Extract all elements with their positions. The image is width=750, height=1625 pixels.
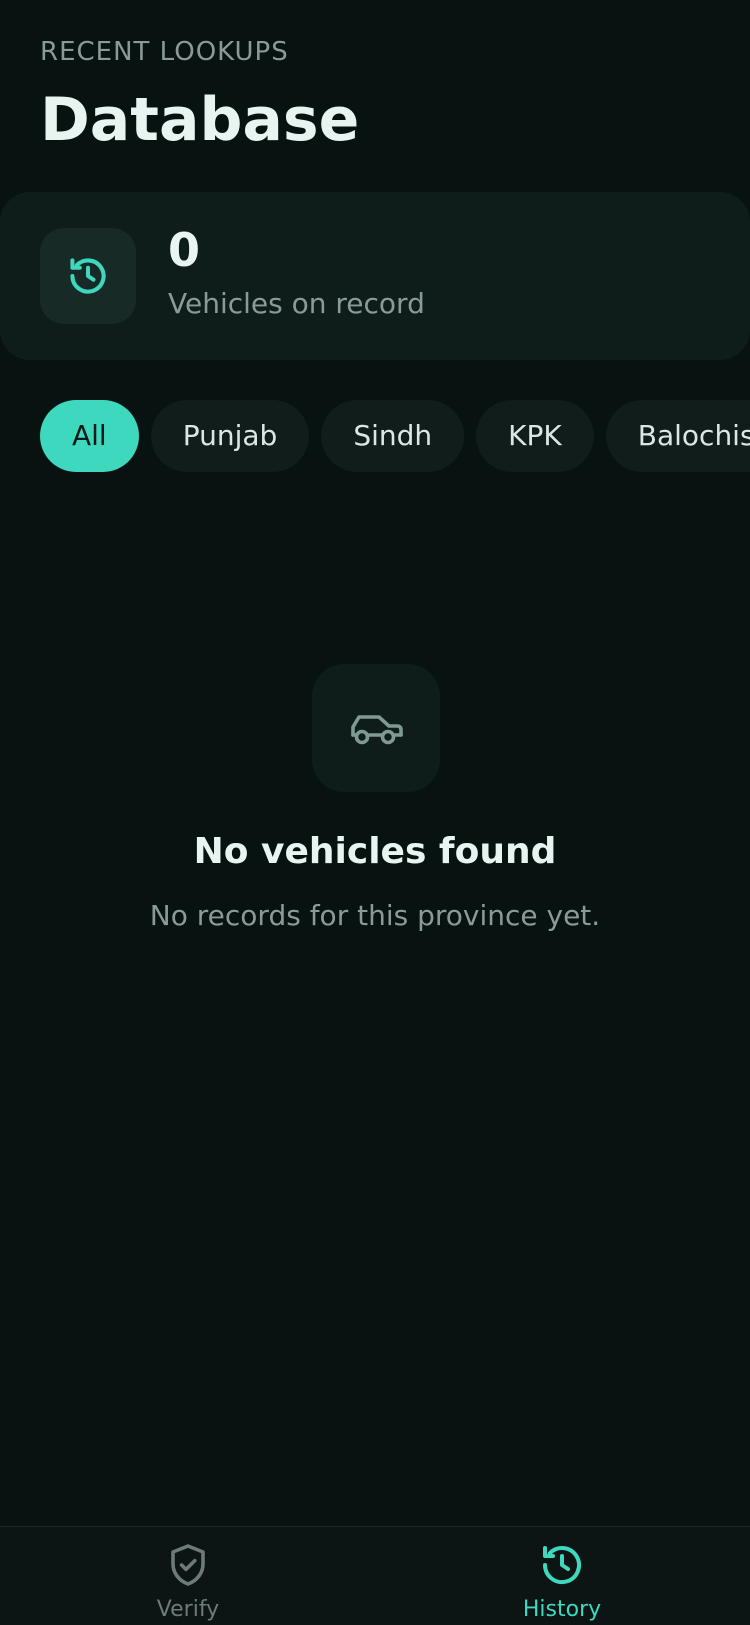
car-icon — [351, 715, 403, 745]
filter-chip-punjab[interactable]: Punjab — [150, 400, 310, 472]
stats-icon-container — [40, 228, 136, 324]
history-icon — [543, 1546, 581, 1585]
filter-chip-balochistan[interactable]: Balochistan — [605, 400, 750, 472]
page-title: Database — [40, 85, 360, 155]
empty-state-icon-container — [312, 664, 440, 792]
bottom-navigation: Verify History — [0, 1526, 750, 1625]
page-eyebrow: RECENT LOOKUPS — [40, 37, 289, 67]
nav-item-verify[interactable]: Verify — [88, 1541, 288, 1625]
nav-label-history: History — [522, 1597, 602, 1622]
filter-chip-kpk[interactable]: KPK — [476, 400, 594, 472]
filter-chip-all[interactable]: All — [40, 400, 139, 472]
history-icon — [70, 258, 106, 294]
nav-label-verify: Verify — [156, 1597, 220, 1622]
province-filter-bar: AllPunjabSindhKPKBalochistan — [40, 400, 750, 472]
filter-chip-sindh[interactable]: Sindh — [321, 400, 465, 472]
nav-item-history[interactable]: History — [462, 1541, 662, 1625]
empty-state-subtitle: No records for this province yet. — [149, 899, 601, 932]
vehicle-count: 0 — [168, 223, 201, 277]
stats-card: 0 Vehicles on record — [0, 192, 750, 360]
empty-state-title: No vehicles found — [193, 831, 557, 872]
shield-check-icon — [171, 1544, 205, 1586]
page-header: RECENT LOOKUPS Database — [40, 34, 359, 160]
vehicle-count-label: Vehicles on record — [168, 287, 425, 320]
